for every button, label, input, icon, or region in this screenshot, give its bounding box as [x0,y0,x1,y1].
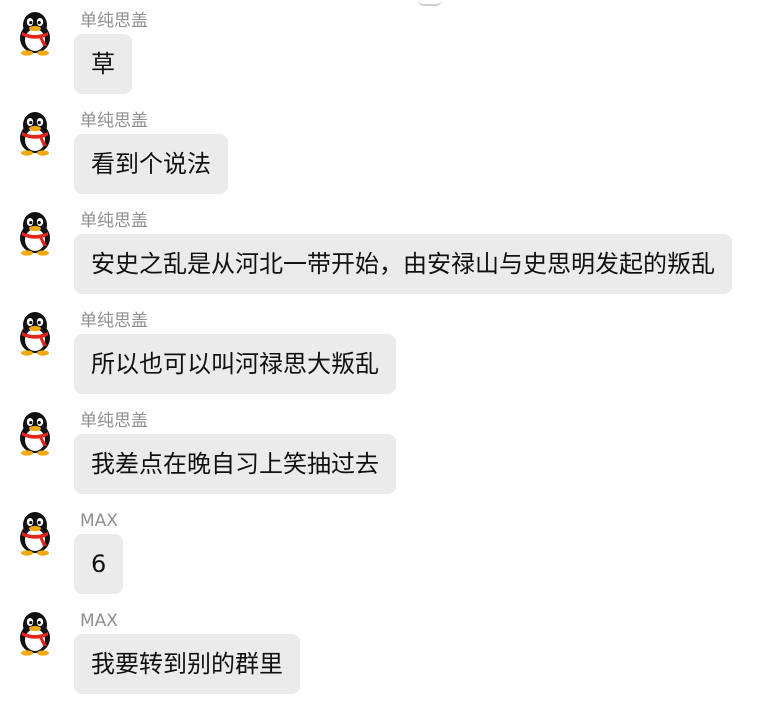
chat-message: MAX 6 [0,500,770,600]
sender-name: 单纯思盖 [80,11,148,31]
sender-name: MAX [80,611,118,631]
qq-penguin-avatar-icon[interactable] [13,308,57,356]
chat-message: 单纯思盖安史之乱是从河北一带开始，由安禄山与史思明发起的叛乱 [0,200,770,300]
sender-name: 单纯思盖 [80,311,148,331]
message-bubble[interactable]: 我要转到别的群里 [74,634,300,694]
chat-message: 单纯思盖草 [0,0,770,100]
message-bubble[interactable]: 安史之乱是从河北一带开始，由安禄山与史思明发起的叛乱 [74,234,732,294]
chat-message: 单纯思盖我差点在晚自习上笑抽过去 [0,400,770,500]
chat-message: MAX 我要转到别的群里 [0,600,770,700]
sender-name: 单纯思盖 [80,211,148,231]
sender-name: 单纯思盖 [80,411,148,431]
message-bubble[interactable]: 看到个说法 [74,134,228,194]
sender-name: MAX [80,511,118,531]
qq-penguin-avatar-icon[interactable] [13,208,57,256]
qq-penguin-avatar-icon[interactable] [13,8,57,56]
qq-penguin-avatar-icon[interactable] [13,408,57,456]
qq-penguin-avatar-icon[interactable] [13,608,57,656]
qq-penguin-avatar-icon[interactable] [13,108,57,156]
message-bubble[interactable]: 所以也可以叫河禄思大叛乱 [74,334,396,394]
chat-message: 单纯思盖看到个说法 [0,100,770,200]
chat-message: 单纯思盖所以也可以叫河禄思大叛乱 [0,300,770,400]
sender-name: 单纯思盖 [80,111,148,131]
qq-penguin-avatar-icon[interactable] [13,508,57,556]
chat-history: 单纯思盖草 单纯思盖 看到个说法 单纯思盖 安史之乱是从河北一带开始，由安禄山与史思… [0,0,770,714]
message-bubble[interactable]: 我差点在晚自习上笑抽过去 [74,434,396,494]
message-bubble[interactable]: 6 [74,534,124,594]
message-bubble[interactable]: 草 [74,34,132,94]
